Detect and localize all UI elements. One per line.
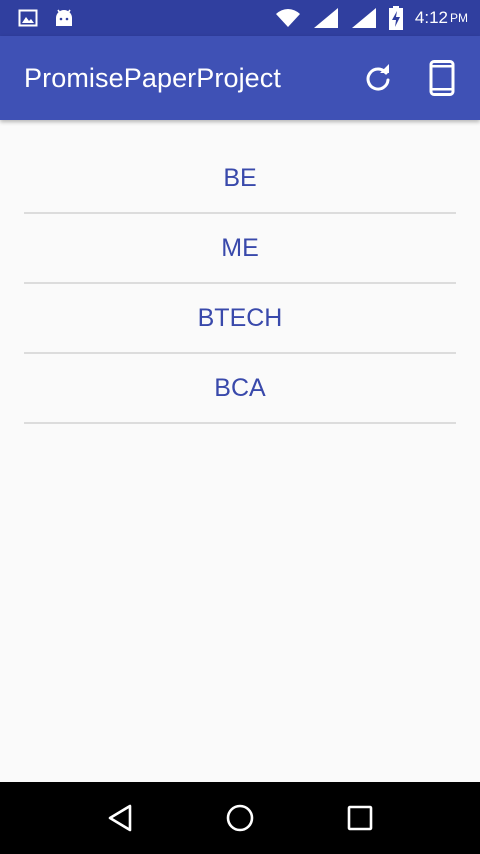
- app-title: PromisePaperProject: [24, 62, 282, 93]
- list-item-label: BCA: [214, 373, 266, 402]
- home-button[interactable]: [210, 788, 270, 848]
- status-right: 4:12 PM: [263, 6, 468, 30]
- image-icon: [18, 9, 38, 27]
- device-button[interactable]: [414, 50, 470, 106]
- signal-icon: [351, 7, 377, 29]
- list-item-btech[interactable]: BTECH: [24, 284, 456, 354]
- list-item-label: ME: [221, 233, 259, 262]
- back-button[interactable]: [90, 788, 150, 848]
- list-item-label: BTECH: [197, 303, 283, 332]
- home-icon: [226, 804, 254, 832]
- app-bar: PromisePaperProject: [0, 36, 480, 120]
- status-clock: 4:12 PM: [415, 8, 468, 28]
- course-list: BE ME BTECH BCA: [24, 144, 456, 424]
- signal-icon: [313, 7, 339, 29]
- clock-time: 4:12: [414, 8, 448, 27]
- status-left: [18, 9, 90, 27]
- clock-ampm: PM: [450, 11, 468, 25]
- battery-charging-icon: [388, 6, 403, 30]
- wifi-icon: [275, 8, 301, 28]
- list-item-me[interactable]: ME: [24, 214, 456, 284]
- status-bar: 4:12 PM: [0, 0, 480, 36]
- phone-icon: [429, 60, 455, 96]
- back-icon: [108, 804, 132, 832]
- refresh-icon: [366, 64, 390, 91]
- recents-button[interactable]: [330, 788, 390, 848]
- recents-icon: [347, 805, 373, 831]
- list-item-bca[interactable]: BCA: [24, 354, 456, 424]
- navigation-bar: [0, 782, 480, 854]
- list-item-be[interactable]: BE: [24, 144, 456, 214]
- screen: 4:12 PM PromisePaperProject BE ME BTECH …: [0, 0, 480, 854]
- refresh-button[interactable]: [350, 50, 406, 106]
- list-item-label: BE: [223, 163, 257, 192]
- android-icon: [54, 9, 74, 27]
